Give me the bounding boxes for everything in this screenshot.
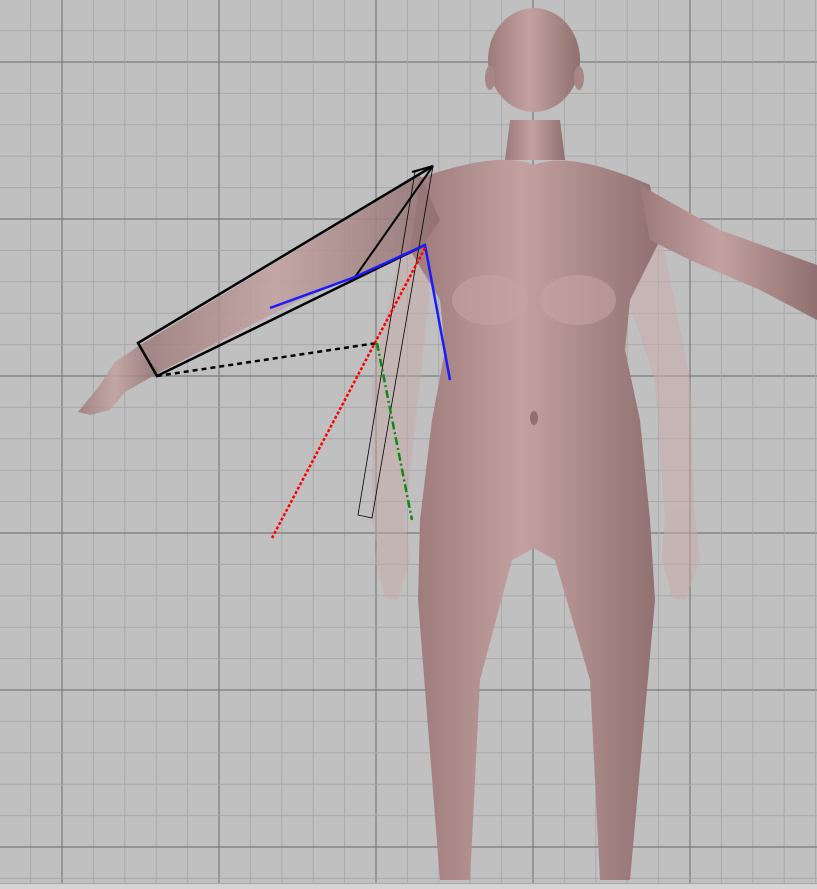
neck — [505, 120, 565, 160]
head — [488, 8, 580, 112]
3d-viewport[interactable] — [0, 0, 817, 888]
status-bar — [0, 883, 817, 889]
